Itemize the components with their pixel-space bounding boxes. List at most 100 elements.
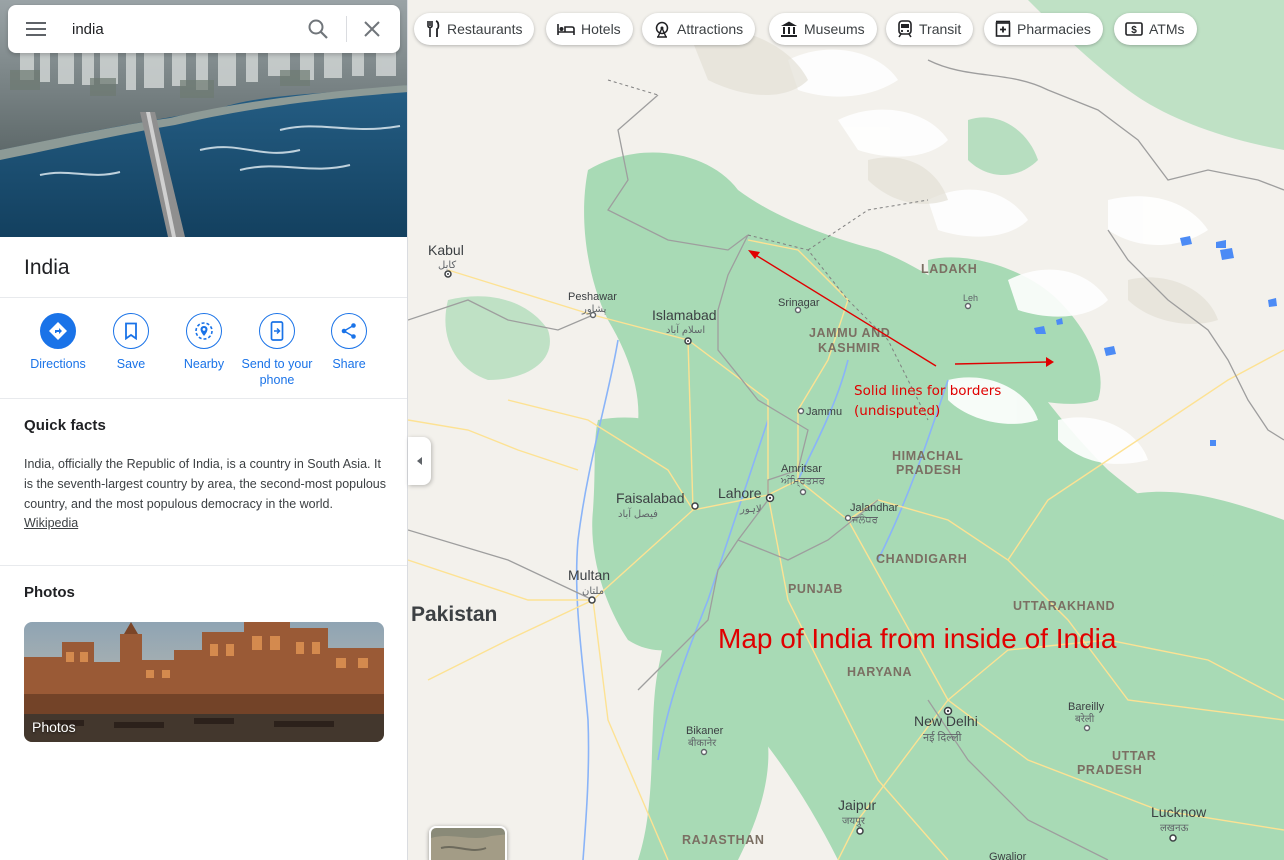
region-label: KASHMIR	[818, 341, 881, 355]
directions-icon	[49, 322, 67, 340]
museum-icon	[781, 21, 797, 37]
chip-label: Pharmacies	[1017, 21, 1091, 37]
photos-card-label: Photos	[32, 719, 76, 735]
city-label: Peshawar	[568, 291, 617, 303]
region-label: RAJASTHAN	[682, 833, 765, 847]
annotation-borders-line2: (undisputed)	[854, 403, 940, 419]
place-panel: India Directions Save Nearby Send to you…	[0, 0, 408, 860]
city-label: Jammu	[806, 406, 842, 418]
search-input[interactable]	[72, 5, 292, 53]
clear-search-button[interactable]	[360, 17, 384, 41]
directions-label: Directions	[30, 357, 86, 371]
chip-label: Restaurants	[447, 21, 523, 37]
directions-circle	[40, 313, 76, 349]
chip-label: Transit	[919, 21, 962, 37]
region-label: HIMACHAL	[892, 449, 963, 463]
share-icon	[341, 323, 356, 339]
city-label: Kabul	[428, 242, 464, 258]
save-circle	[113, 313, 149, 349]
city-label: Islamabad	[652, 307, 717, 323]
fork-knife-icon	[427, 20, 440, 37]
quick-facts-text: India, officially the Republic of India,…	[24, 455, 390, 534]
city-label: Bikaner	[686, 725, 724, 737]
chip-label: Museums	[804, 21, 865, 37]
chip-attractions[interactable]: Attractions	[642, 13, 756, 45]
city-script-label: فیصل آباد	[618, 507, 658, 520]
city-script-label: ਅੰਮ੍ਰਿਤਸਰ	[780, 475, 826, 487]
train-icon	[898, 20, 912, 38]
pharmacy-icon	[995, 20, 1011, 37]
map-canvas[interactable]: LADAKH JAMMU AND KASHMIR HIMACHAL PRADES…	[408, 0, 1284, 860]
city-label: Lahore	[718, 485, 762, 501]
city-label: Leh	[963, 293, 978, 303]
region-label: JAMMU AND	[809, 326, 890, 340]
city-script-label: बरेली	[1075, 713, 1095, 725]
save-label: Save	[116, 357, 146, 371]
share-button[interactable]: Share	[313, 313, 385, 372]
city-script-label: लखनऊ	[1160, 823, 1189, 834]
chip-hotels[interactable]: Hotels	[546, 13, 633, 45]
ferris-wheel-icon	[655, 21, 669, 38]
nearby-label: Nearby	[183, 357, 225, 371]
city-script-label: बीकानेर	[688, 737, 717, 749]
city-label: Jalandhar	[850, 502, 899, 514]
region-label: LADAKH	[921, 262, 977, 276]
hamburger-menu-icon	[26, 22, 46, 36]
wikipedia-link[interactable]: Wikipedia	[24, 516, 78, 530]
chip-museums[interactable]: Museums	[769, 13, 877, 45]
caret-left-icon	[416, 457, 422, 465]
menu-button[interactable]	[8, 5, 64, 53]
search-icon	[308, 19, 328, 39]
city-label: Srinagar	[778, 297, 820, 309]
city-script-label: لاہور	[739, 504, 762, 515]
region-label: PUNJAB	[788, 582, 843, 596]
annotation-borders-line1: Solid lines for borders	[854, 383, 1001, 399]
chip-restaurants[interactable]: Restaurants	[414, 13, 535, 45]
atm-icon: $	[1125, 22, 1143, 36]
close-icon	[364, 21, 380, 37]
phone-icon	[270, 321, 284, 341]
share-circle	[331, 313, 367, 349]
collapse-panel-button[interactable]	[408, 437, 431, 485]
layers-button[interactable]	[429, 826, 507, 860]
quick-facts-description: India, officially the Republic of India,…	[24, 457, 387, 511]
region-label: PRADESH	[896, 463, 961, 477]
city-script-label: जयपुर	[842, 816, 866, 827]
action-buttons: Directions Save Nearby Send to your phon…	[0, 313, 407, 393]
save-button[interactable]: Save	[95, 313, 167, 372]
divider	[0, 297, 407, 298]
country-label: Pakistan	[411, 603, 497, 626]
city-label: Faisalabad	[616, 490, 685, 506]
city-script-label: پشاور	[581, 304, 607, 315]
send-to-phone-circle	[259, 313, 295, 349]
search-box	[8, 5, 400, 53]
city-label: Lucknow	[1151, 804, 1207, 820]
nearby-button[interactable]: Nearby	[168, 313, 240, 372]
city-script-label: ملتان	[582, 586, 604, 597]
city-label: New Delhi	[914, 713, 978, 729]
send-to-phone-label: Send to your phone	[241, 357, 313, 387]
chip-pharmacies[interactable]: Pharmacies	[984, 13, 1103, 45]
city-script-label: नई दिल्ली	[923, 731, 962, 744]
city-script-label: کابل	[438, 260, 456, 271]
bookmark-icon	[125, 322, 137, 340]
search-button[interactable]	[306, 17, 330, 41]
region-label: UTTARAKHAND	[1013, 599, 1115, 613]
satellite-thumbnail	[431, 828, 505, 860]
divider	[0, 565, 407, 566]
region-label: PRADESH	[1077, 763, 1142, 777]
send-to-phone-button[interactable]: Send to your phone	[241, 313, 313, 388]
city-label: Jaipur	[838, 797, 876, 813]
region-label: UTTAR	[1112, 749, 1156, 763]
nearby-icon	[195, 322, 213, 340]
city-label: Gwalior	[989, 851, 1027, 860]
chip-atms[interactable]: $ ATMs	[1114, 13, 1197, 45]
photos-card[interactable]: Photos	[24, 622, 384, 742]
city-script-label: اسلام آباد	[666, 323, 705, 336]
directions-button[interactable]: Directions	[22, 313, 94, 372]
photos-title: Photos	[24, 584, 75, 601]
city-label: Bareilly	[1068, 701, 1105, 713]
chip-transit[interactable]: Transit	[886, 13, 974, 45]
city-label: Multan	[568, 567, 610, 583]
annotation-main-title: Map of India from inside of India	[718, 623, 1117, 654]
